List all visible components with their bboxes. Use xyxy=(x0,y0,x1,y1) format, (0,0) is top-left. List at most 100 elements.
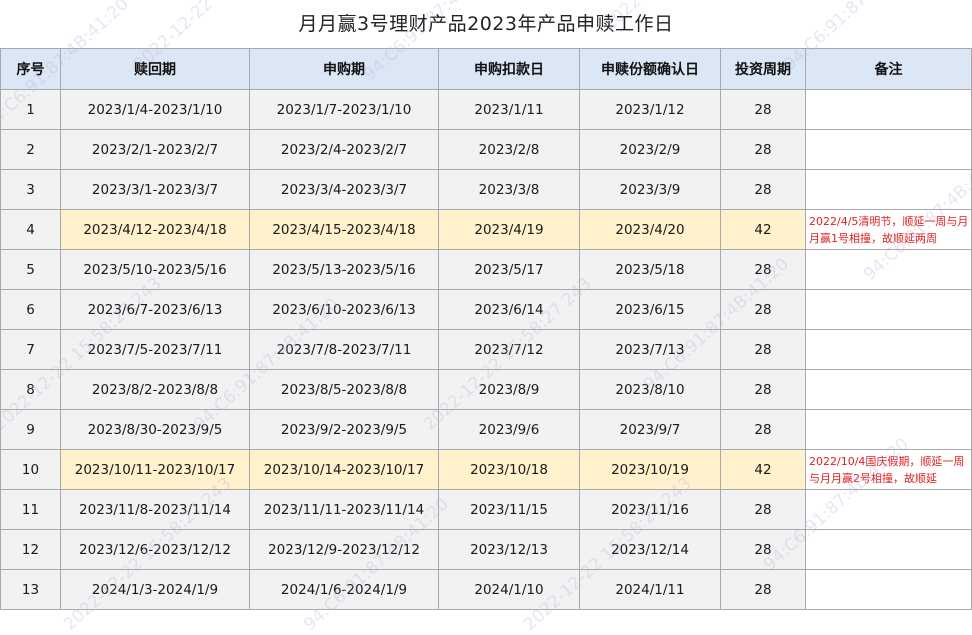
table-row: 5 2023/5/10-2023/5/16 2023/5/13-2023/5/16 2… xyxy=(0,249,972,290)
cell-cycle: 28 xyxy=(720,529,806,570)
cell-debit-date: 2023/5/17 xyxy=(438,249,580,290)
cell-debit-date: 2023/10/18 xyxy=(438,449,580,490)
cell-redeem-period: 2023/5/10-2023/5/16 xyxy=(60,249,250,290)
cell-debit-date: 2023/6/14 xyxy=(438,289,580,330)
cell-confirm-date: 2023/3/9 xyxy=(579,169,721,210)
cell-subscribe-period: 2023/6/10-2023/6/13 xyxy=(249,289,439,330)
cell-remark xyxy=(805,169,972,210)
header-redeem-period: 赎回期 xyxy=(60,48,250,90)
cell-redeem-period: 2023/7/5-2023/7/11 xyxy=(60,329,250,370)
cell-remark xyxy=(805,129,972,170)
cell-subscribe-period: 2023/8/5-2023/8/8 xyxy=(249,369,439,410)
cell-remark xyxy=(805,409,972,450)
cell-confirm-date: 2023/4/20 xyxy=(579,209,721,250)
cell-seq: 10 xyxy=(0,449,61,490)
cell-confirm-date: 2023/6/15 xyxy=(579,289,721,330)
cell-seq: 5 xyxy=(0,249,61,290)
cell-debit-date: 2023/3/8 xyxy=(438,169,580,210)
cell-redeem-period: 2023/8/2-2023/8/8 xyxy=(60,369,250,410)
cell-subscribe-period: 2023/2/4-2023/2/7 xyxy=(249,129,439,170)
cell-redeem-period: 2023/12/6-2023/12/12 xyxy=(60,529,250,570)
cell-redeem-period: 2024/1/3-2024/1/9 xyxy=(60,569,250,610)
header-debit-date: 申购扣款日 xyxy=(438,48,580,90)
cell-redeem-period: 2023/1/4-2023/1/10 xyxy=(60,89,250,130)
cell-subscribe-period: 2023/4/15-2023/4/18 xyxy=(249,209,439,250)
cell-debit-date: 2023/4/19 xyxy=(438,209,580,250)
cell-seq: 2 xyxy=(0,129,61,170)
cell-cycle: 28 xyxy=(720,249,806,290)
cell-confirm-date: 2023/2/9 xyxy=(579,129,721,170)
cell-seq: 8 xyxy=(0,369,61,410)
cell-remark xyxy=(805,289,972,330)
cell-cycle: 42 xyxy=(720,209,806,250)
table-row: 11 2023/11/8-2023/11/14 2023/11/11-2023/11… xyxy=(0,489,972,530)
cell-remark xyxy=(805,369,972,410)
cell-remark xyxy=(805,569,972,610)
cell-confirm-date: 2024/1/11 xyxy=(579,569,721,610)
table-row: 4 2023/4/12-2023/4/18 2023/4/15-2023/4/18 2… xyxy=(0,209,972,250)
cell-subscribe-period: 2024/1/6-2024/1/9 xyxy=(249,569,439,610)
cell-confirm-date: 2023/8/10 xyxy=(579,369,721,410)
cell-remark xyxy=(805,89,972,130)
cell-cycle: 28 xyxy=(720,569,806,610)
cell-debit-date: 2023/12/13 xyxy=(438,529,580,570)
cell-redeem-period: 2023/11/8-2023/11/14 xyxy=(60,489,250,530)
cell-debit-date: 2024/1/10 xyxy=(438,569,580,610)
table-row: 3 2023/3/1-2023/3/7 2023/3/4-2023/3/7 2023/… xyxy=(0,169,972,210)
table-row: 7 2023/7/5-2023/7/11 2023/7/8-2023/7/11 202… xyxy=(0,329,972,370)
cell-subscribe-period: 2023/1/7-2023/1/10 xyxy=(249,89,439,130)
cell-confirm-date: 2023/9/7 xyxy=(579,409,721,450)
cell-seq: 12 xyxy=(0,529,61,570)
cell-remark xyxy=(805,329,972,370)
cell-seq: 3 xyxy=(0,169,61,210)
cell-subscribe-period: 2023/7/8-2023/7/11 xyxy=(249,329,439,370)
cell-remark xyxy=(805,529,972,570)
cell-debit-date: 2023/8/9 xyxy=(438,369,580,410)
page-title: 月月赢3号理财产品2023年产品申赎工作日 xyxy=(298,13,674,35)
table-row: 6 2023/6/7-2023/6/13 2023/6/10-2023/6/13 20… xyxy=(0,289,972,330)
cell-confirm-date: 2023/1/12 xyxy=(579,89,721,130)
cell-subscribe-period: 2023/3/4-2023/3/7 xyxy=(249,169,439,210)
cell-redeem-period: 2023/2/1-2023/2/7 xyxy=(60,129,250,170)
cell-subscribe-period: 2023/9/2-2023/9/5 xyxy=(249,409,439,450)
table-row: 13 2024/1/3-2024/1/9 2024/1/6-2024/1/9 2024… xyxy=(0,569,972,610)
table-row: 1 2023/1/4-2023/1/10 2023/1/7-2023/1/10 202… xyxy=(0,89,972,130)
cell-redeem-period: 2023/4/12-2023/4/18 xyxy=(60,209,250,250)
cell-cycle: 42 xyxy=(720,449,806,490)
cell-seq: 13 xyxy=(0,569,61,610)
cell-subscribe-period: 2023/12/9-2023/12/12 xyxy=(249,529,439,570)
cell-seq: 9 xyxy=(0,409,61,450)
cell-redeem-period: 2023/8/30-2023/9/5 xyxy=(60,409,250,450)
cell-debit-date: 2023/7/12 xyxy=(438,329,580,370)
cell-confirm-date: 2023/12/14 xyxy=(579,529,721,570)
cell-seq: 6 xyxy=(0,289,61,330)
cell-debit-date: 2023/9/6 xyxy=(438,409,580,450)
cell-cycle: 28 xyxy=(720,129,806,170)
cell-seq: 7 xyxy=(0,329,61,370)
table-body: 1 2023/1/4-2023/1/10 2023/1/7-2023/1/10 202… xyxy=(0,89,972,610)
cell-debit-date: 2023/11/15 xyxy=(438,489,580,530)
cell-remark xyxy=(805,249,972,290)
cell-cycle: 28 xyxy=(720,489,806,530)
cell-cycle: 28 xyxy=(720,329,806,370)
header-confirm-date: 申赎份额确认日 xyxy=(579,48,721,90)
cell-remark: 2022/10/4国庆假期，顺延一周与月月赢2号相撞，故顺延 xyxy=(805,449,972,490)
header-seq: 序号 xyxy=(0,48,61,90)
header-cycle: 投资周期 xyxy=(720,48,806,90)
table-row: 2 2023/2/1-2023/2/7 2023/2/4-2023/2/7 2023/… xyxy=(0,129,972,170)
header-row: 序号 赎回期 申购期 申购扣款日 申赎份额确认日 投资周期 备注 xyxy=(0,48,972,90)
header-remark: 备注 xyxy=(805,48,972,90)
schedule-table: 序号 赎回期 申购期 申购扣款日 申赎份额确认日 投资周期 备注 1 2023/1… xyxy=(0,48,972,610)
cell-subscribe-period: 2023/10/14-2023/10/17 xyxy=(249,449,439,490)
cell-confirm-date: 2023/7/13 xyxy=(579,329,721,370)
table-row: 8 2023/8/2-2023/8/8 2023/8/5-2023/8/8 2023/… xyxy=(0,369,972,410)
cell-remark: 2022/4/5清明节，顺延一周与月月赢1号相撞，故顺延两周 xyxy=(805,209,972,250)
cell-cycle: 28 xyxy=(720,369,806,410)
cell-remark xyxy=(805,489,972,530)
table-row: 12 2023/12/6-2023/12/12 2023/12/9-2023/12/… xyxy=(0,529,972,570)
cell-redeem-period: 2023/10/11-2023/10/17 xyxy=(60,449,250,490)
cell-cycle: 28 xyxy=(720,169,806,210)
header-subscribe-period: 申购期 xyxy=(249,48,439,90)
cell-confirm-date: 2023/11/16 xyxy=(579,489,721,530)
cell-cycle: 28 xyxy=(720,409,806,450)
